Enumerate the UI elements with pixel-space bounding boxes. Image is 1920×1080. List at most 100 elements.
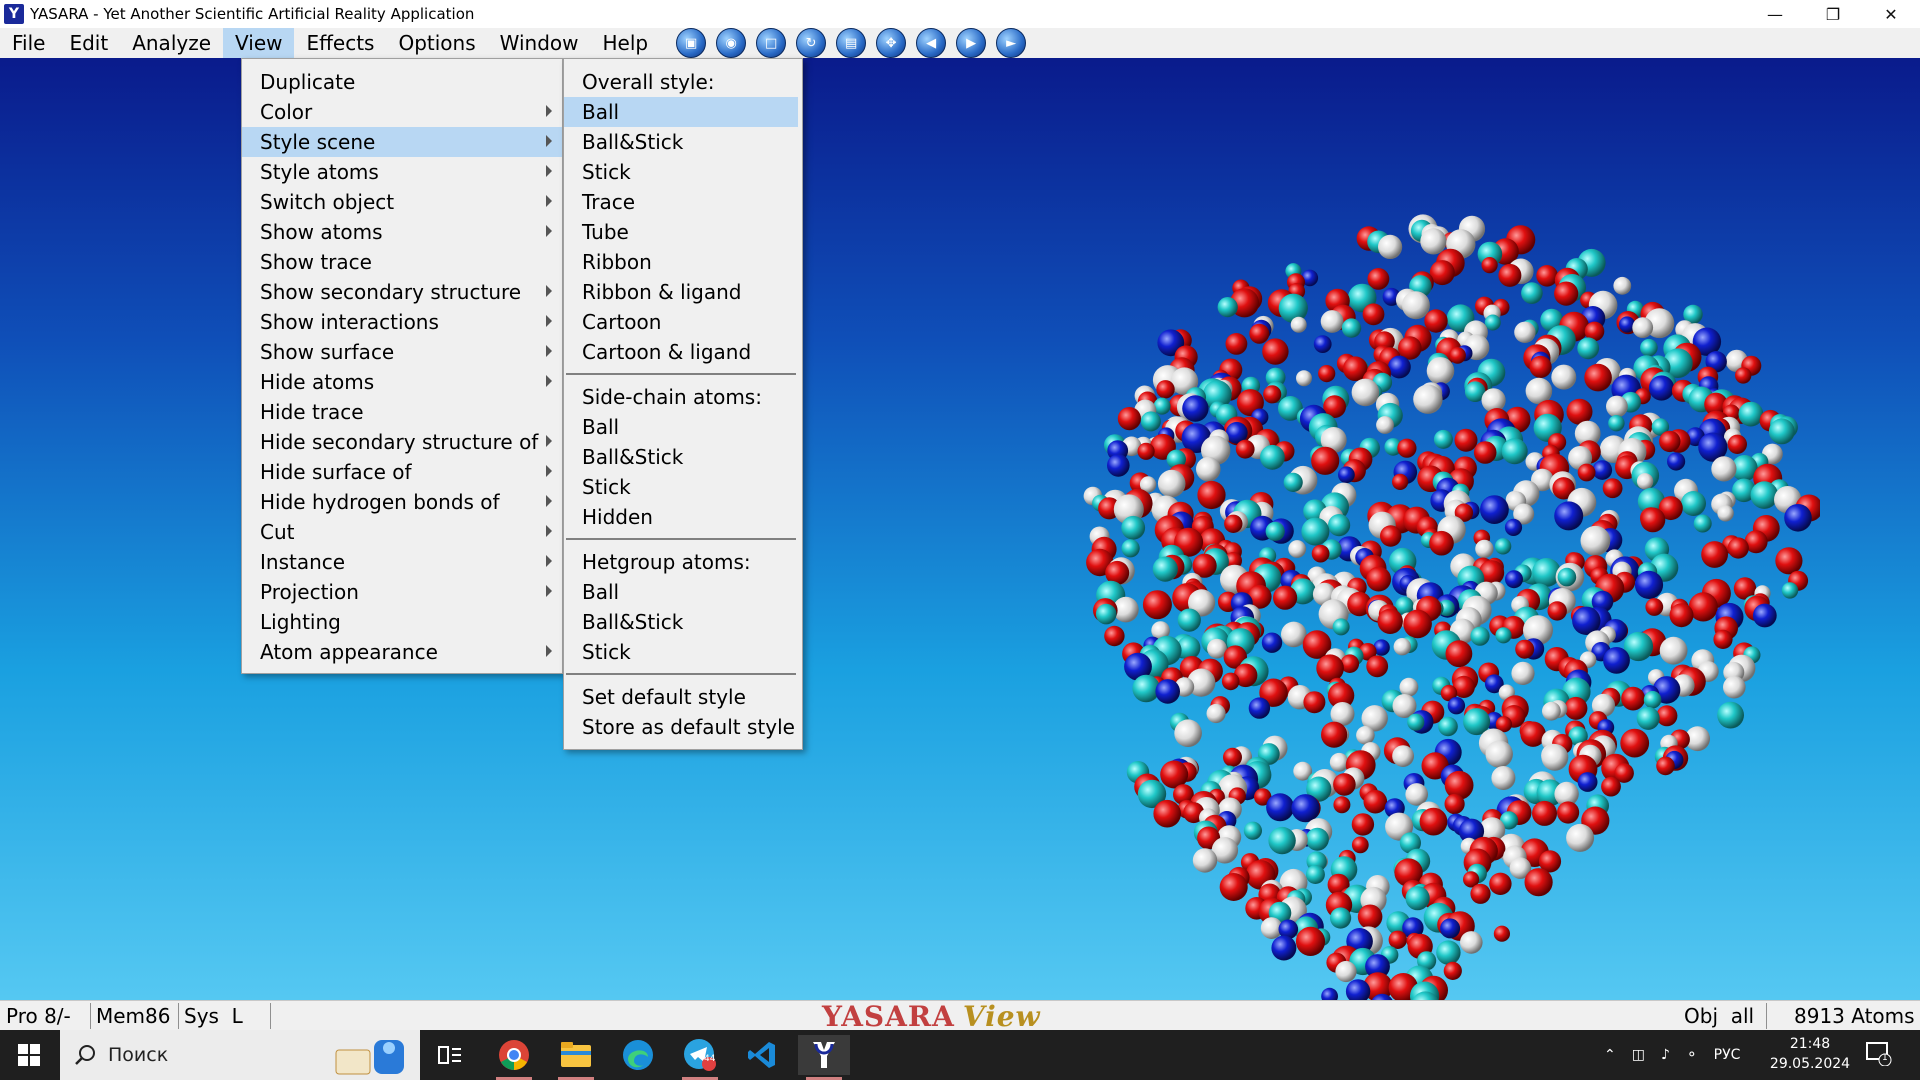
view-menu-item-cut[interactable]: Cut (242, 517, 562, 547)
atom-sphere[interactable] (1681, 491, 1706, 516)
view-menu-item-color[interactable]: Color (242, 97, 562, 127)
menu-analyze[interactable]: Analyze (120, 28, 223, 58)
store-as-default-style[interactable]: Store as default style (564, 712, 798, 742)
task-view-icon[interactable] (424, 1035, 476, 1075)
atom-sphere[interactable] (1636, 473, 1654, 490)
atom-sphere[interactable] (1557, 567, 1577, 587)
view-menu-item-atom-appearance[interactable]: Atom appearance (242, 637, 562, 667)
overall-style-cartoon-ligand[interactable]: Cartoon & ligand (564, 337, 798, 367)
atom-sphere[interactable] (1613, 276, 1632, 295)
atom-sphere[interactable] (1329, 752, 1349, 772)
atom-sphere[interactable] (1397, 438, 1417, 458)
atom-sphere[interactable] (1514, 321, 1536, 343)
atom-sphere[interactable] (1260, 444, 1285, 470)
atom-sphere[interactable] (1140, 411, 1161, 432)
atom-sphere[interactable] (1727, 537, 1749, 559)
page-icon[interactable]: □ (756, 28, 787, 58)
atom-sphere[interactable] (1330, 907, 1352, 929)
atom-sphere[interactable] (1318, 365, 1336, 383)
atom-sphere[interactable] (1701, 541, 1728, 568)
atom-sphere[interactable] (1225, 333, 1248, 355)
atom-sphere[interactable] (1438, 716, 1458, 737)
center-icon[interactable]: ✥ (876, 28, 907, 58)
yasara-icon[interactable] (798, 1035, 850, 1080)
atom-sphere[interactable] (1640, 338, 1658, 357)
atom-sphere[interactable] (1341, 318, 1362, 338)
atom-sphere[interactable] (1291, 794, 1320, 823)
atom-sphere[interactable] (1357, 904, 1383, 930)
atom-sphere[interactable] (1775, 547, 1803, 575)
atom-sphere[interactable] (1436, 940, 1461, 965)
hetgroup-ball-stick[interactable]: Ball&Stick (564, 607, 798, 637)
atom-sphere[interactable] (1547, 601, 1567, 621)
atom-sphere[interactable] (1659, 636, 1688, 665)
chrome-icon[interactable] (488, 1035, 540, 1080)
atom-sphere[interactable] (1551, 364, 1577, 390)
view-menu-item-hide-surface[interactable]: Hide surface of (242, 457, 562, 487)
view-menu-item-hide-trace[interactable]: Hide trace (242, 397, 562, 427)
atom-sphere[interactable] (1305, 865, 1325, 884)
atom-sphere[interactable] (1489, 872, 1512, 895)
atom-sphere[interactable] (1137, 442, 1155, 460)
view-menu-item-lighting[interactable]: Lighting (242, 607, 562, 637)
atom-sphere[interactable] (1554, 501, 1584, 531)
atom-sphere[interactable] (1501, 438, 1528, 465)
menu-help[interactable]: Help (591, 28, 661, 58)
atom-sphere[interactable] (1784, 504, 1812, 532)
atom-sphere[interactable] (1243, 821, 1262, 840)
volume-icon[interactable]: ♪ (1661, 1047, 1670, 1063)
atom-sphere[interactable] (1433, 429, 1453, 449)
view-menu-item-style-atoms[interactable]: Style atoms (242, 157, 562, 187)
globe-icon[interactable]: ◉ (716, 28, 747, 58)
atom-sphere[interactable] (1426, 357, 1455, 385)
atom-sphere[interactable] (1221, 672, 1240, 691)
view-menu-item-show-surface[interactable]: Show surface (242, 337, 562, 367)
atom-sphere[interactable] (1713, 629, 1733, 649)
atom-sphere[interactable] (1321, 721, 1348, 748)
atom-sphere[interactable] (1153, 799, 1181, 828)
atom-sphere[interactable] (1333, 773, 1356, 796)
atom-sphere[interactable] (1634, 570, 1664, 599)
atom-sphere[interactable] (1197, 480, 1226, 510)
atom-sphere[interactable] (1192, 848, 1218, 873)
atom-sphere[interactable] (1449, 347, 1466, 364)
atom-sphere[interactable] (1640, 507, 1666, 533)
atom-sphere[interactable] (1393, 638, 1411, 656)
atom-sphere[interactable] (1403, 609, 1432, 639)
atom-sphere[interactable] (1470, 883, 1491, 904)
save-icon[interactable]: ▤ (836, 28, 867, 58)
atom-sphere[interactable] (1445, 640, 1473, 668)
minimize-icon[interactable]: — (1746, 0, 1804, 28)
atom-sphere[interactable] (1659, 430, 1681, 453)
atom-sphere[interactable] (1288, 540, 1307, 558)
side-chain-stick[interactable]: Stick (564, 472, 798, 502)
vscode-icon[interactable] (736, 1035, 788, 1075)
atom-sphere[interactable] (1542, 701, 1561, 721)
atom-sphere[interactable] (1440, 918, 1461, 939)
atom-sphere[interactable] (1363, 789, 1388, 814)
atom-sphere[interactable] (1265, 521, 1285, 541)
atom-sphere[interactable] (1504, 518, 1523, 536)
forward-icon[interactable]: ▶ (956, 28, 987, 58)
molecule-model[interactable] (1080, 148, 1820, 1000)
hetgroup-stick[interactable]: Stick (564, 637, 798, 667)
atom-sphere[interactable] (1303, 691, 1326, 714)
view-menu-item-show-trace[interactable]: Show trace (242, 247, 562, 277)
side-chain-hidden[interactable]: Hidden (564, 502, 798, 532)
atom-sphere[interactable] (1266, 793, 1295, 822)
notifications-icon[interactable]: 1 (1866, 1042, 1892, 1067)
atom-sphere[interactable] (1095, 603, 1117, 625)
atom-sphere[interactable] (1295, 926, 1326, 957)
atom-sphere[interactable] (1366, 655, 1389, 678)
atom-sphere[interactable] (1413, 384, 1443, 414)
atom-sphere[interactable] (1104, 625, 1125, 647)
view-menu-item-switch-object[interactable]: Switch object (242, 187, 562, 217)
telegram-icon[interactable]: 44 (674, 1035, 726, 1080)
atom-sphere[interactable] (1648, 375, 1675, 401)
atom-sphere[interactable] (1443, 961, 1462, 981)
atom-sphere[interactable] (1333, 796, 1351, 814)
atom-sphere[interactable] (1248, 697, 1271, 719)
atom-sphere[interactable] (1305, 827, 1329, 851)
atom-sphere[interactable] (1157, 469, 1186, 498)
atom-sphere[interactable] (1727, 434, 1747, 454)
